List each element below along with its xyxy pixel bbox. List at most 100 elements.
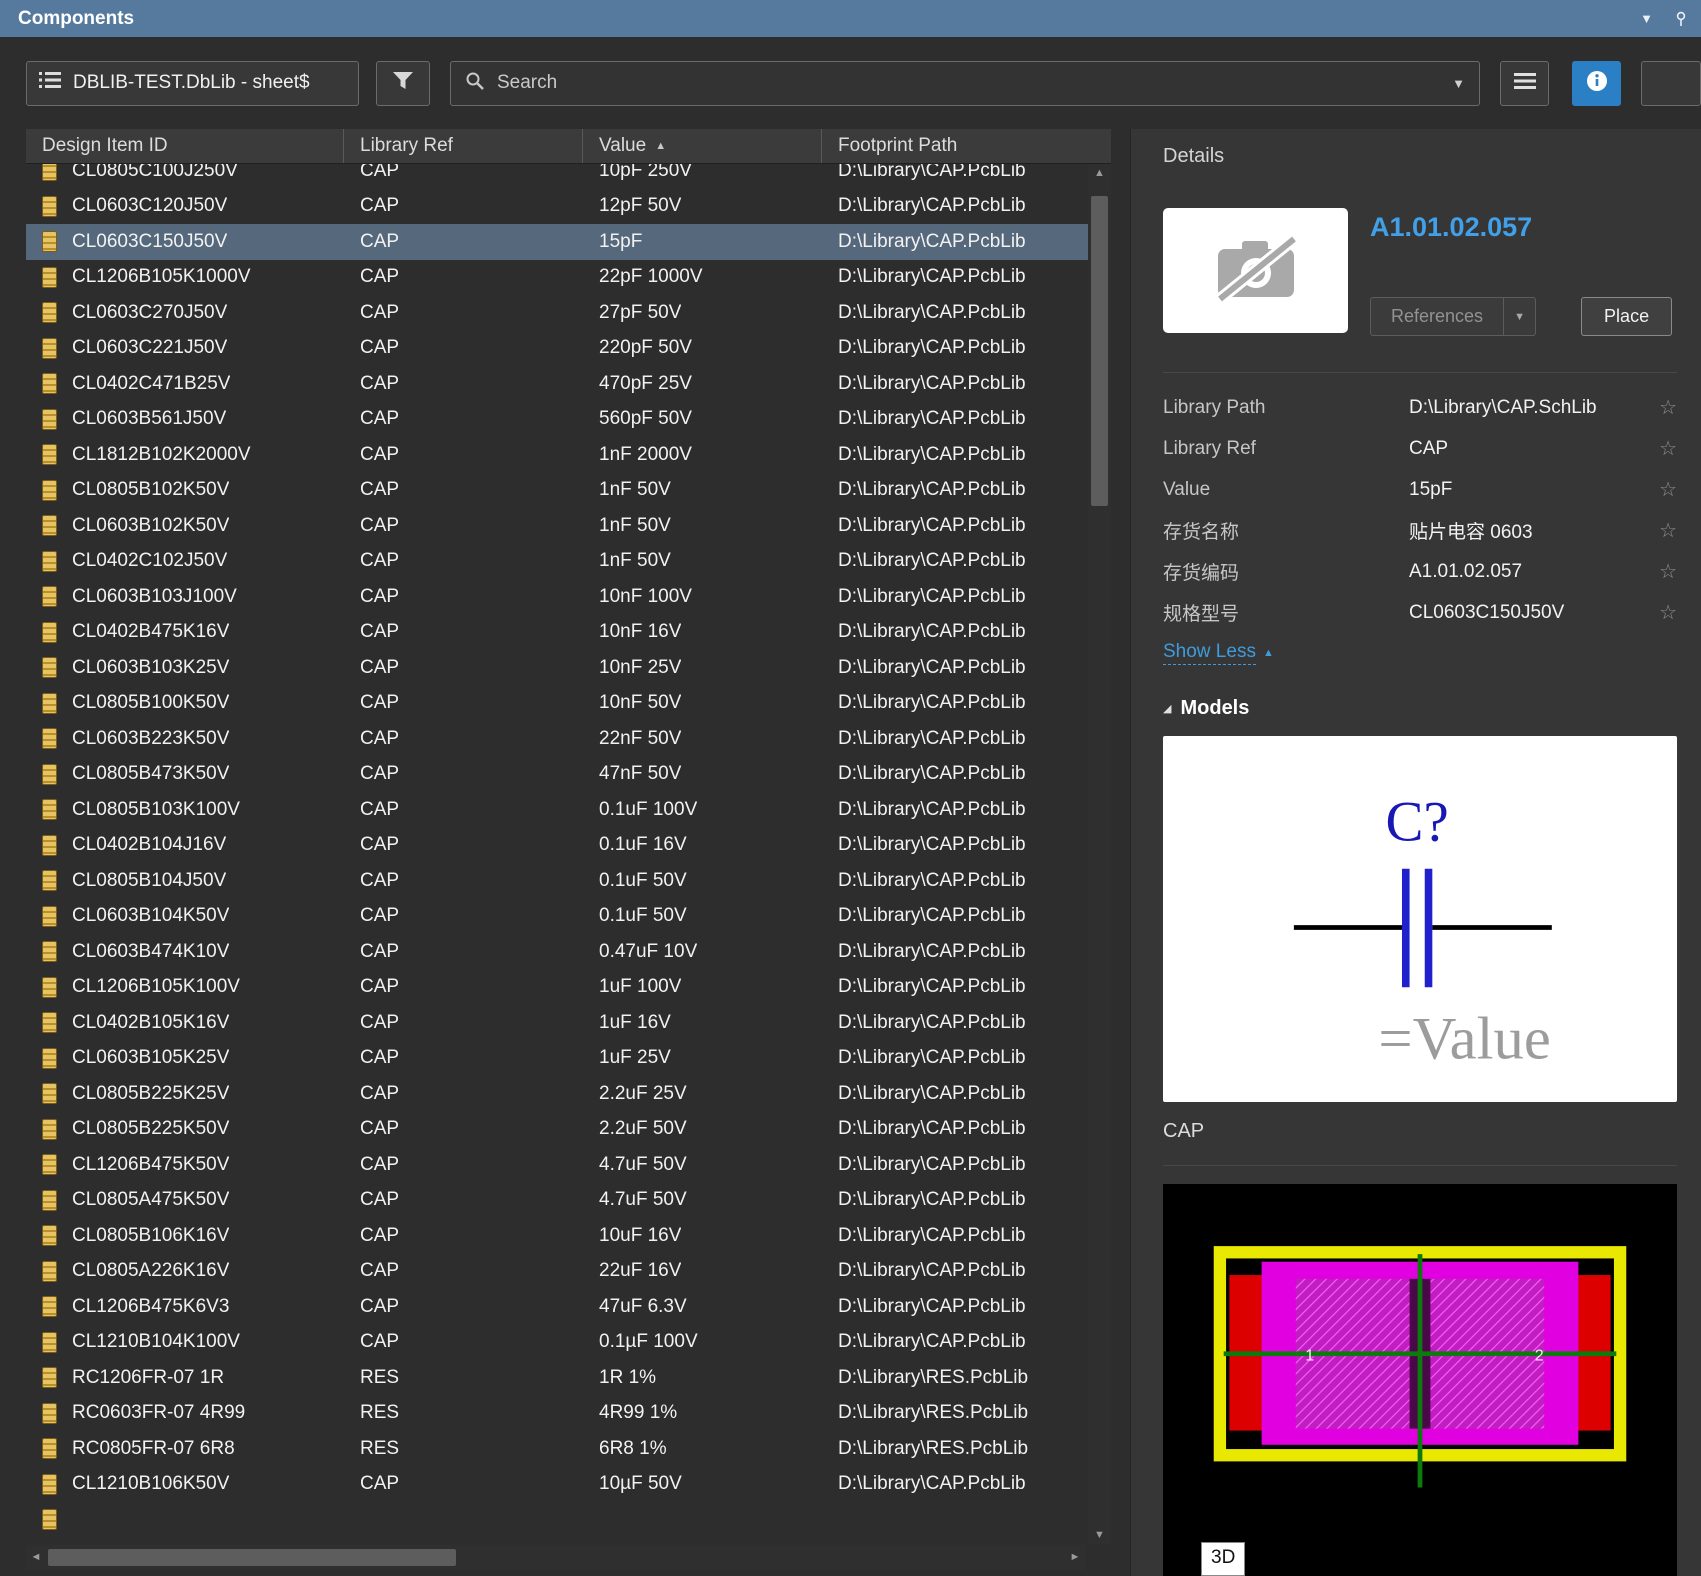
component-value: 220pF 50V (599, 337, 692, 359)
toolbar: DBLIB-TEST.DbLib - sheet$ ▼ (0, 37, 1701, 129)
design-item-id: CL0402B104J16V (72, 834, 226, 856)
table-row[interactable]: RC1206FR-07 1R RES 1R 1% D:\Library\RES.… (26, 1360, 1111, 1396)
table-row[interactable]: CL0603B474K10V CAP 0.47uF 10V D:\Library… (26, 934, 1111, 970)
component-value: 0.1uF 100V (599, 799, 697, 821)
table-row[interactable]: CL0805A226K16V CAP 22uF 16V D:\Library\C… (26, 1254, 1111, 1290)
section-expanded-icon: ◢ (1163, 702, 1171, 715)
table-row[interactable]: CL0603B104K50V CAP 0.1uF 50V D:\Library\… (26, 899, 1111, 935)
table-row[interactable] (26, 1502, 1111, 1538)
panel-menu-icon[interactable]: ▼ (1640, 11, 1653, 26)
table-row[interactable]: CL0603B103K25V CAP 10nF 25V D:\Library\C… (26, 650, 1111, 686)
search-history-arrow-icon[interactable]: ▼ (1452, 76, 1465, 91)
search-input[interactable] (497, 72, 1440, 94)
component-value: 22pF 1000V (599, 266, 703, 288)
library-ref: CAP (360, 621, 399, 643)
table-row[interactable]: CL0402B104J16V CAP 0.1uF 16V D:\Library\… (26, 828, 1111, 864)
references-dropdown-arrow-icon[interactable]: ▼ (1503, 298, 1535, 335)
table-row[interactable]: CL0603C150J50V CAP 15pF D:\Library\CAP.P… (26, 224, 1111, 260)
table-row[interactable]: RC0805FR-07 6R8 RES 6R8 1% D:\Library\RE… (26, 1431, 1111, 1467)
table-row[interactable]: CL0805B225K50V CAP 2.2uF 50V D:\Library\… (26, 1112, 1111, 1148)
table-row[interactable]: CL0805B104J50V CAP 0.1uF 50V D:\Library\… (26, 863, 1111, 899)
show-less-link[interactable]: Show Less ▲ (1163, 641, 1677, 665)
property-value: A1.01.02.057 (1409, 561, 1649, 583)
table-row[interactable]: CL0603B223K50V CAP 22nF 50V D:\Library\C… (26, 721, 1111, 757)
table-row[interactable]: CL1206B105K1000V CAP 22pF 1000V D:\Libra… (26, 260, 1111, 296)
references-button[interactable]: References ▼ (1370, 297, 1536, 336)
library-ref: CAP (360, 834, 399, 856)
design-item-id: CL1812B102K2000V (72, 444, 251, 466)
table-row[interactable]: CL0805C100J250V CAP 10pF 250V D:\Library… (26, 164, 1111, 189)
component-value: 4.7uF 50V (599, 1189, 687, 1211)
table-row[interactable]: CL0603C120J50V CAP 12pF 50V D:\Library\C… (26, 189, 1111, 225)
favorite-star-icon[interactable]: ☆ (1649, 395, 1677, 420)
table-row[interactable]: CL0402B475K16V CAP 10nF 16V D:\Library\C… (26, 615, 1111, 651)
info-button[interactable] (1572, 61, 1621, 106)
table-row[interactable]: CL0603B103J100V CAP 10nF 100V D:\Library… (26, 579, 1111, 615)
table-row[interactable]: CL0805B100K50V CAP 10nF 50V D:\Library\C… (26, 686, 1111, 722)
horizontal-scrollbar[interactable]: ◄ ► (26, 1545, 1085, 1570)
clipped-toolbar-button[interactable] (1641, 61, 1701, 106)
table-row[interactable]: CL0805B473K50V CAP 47nF 50V D:\Library\C… (26, 757, 1111, 793)
table-row[interactable]: CL1206B105K100V CAP 1uF 100V D:\Library\… (26, 970, 1111, 1006)
model-name: CAP (1163, 1120, 1677, 1143)
vertical-scroll-thumb[interactable] (1091, 196, 1108, 506)
filter-button[interactable] (376, 61, 430, 106)
pin-icon[interactable] (1673, 11, 1689, 27)
table-row[interactable]: CL0603B561J50V CAP 560pF 50V D:\Library\… (26, 402, 1111, 438)
component-icon (42, 480, 57, 501)
property-label: 存货编码 (1163, 558, 1409, 585)
table-row[interactable]: CL1206B475K6V3 CAP 47uF 6.3V D:\Library\… (26, 1289, 1111, 1325)
scroll-left-icon[interactable]: ◄ (26, 1545, 46, 1570)
table-row[interactable]: CL0805B102K50V CAP 1nF 50V D:\Library\CA… (26, 473, 1111, 509)
place-button[interactable]: Place (1581, 297, 1672, 336)
library-ref: CAP (360, 905, 399, 927)
scroll-down-icon[interactable]: ▼ (1088, 1526, 1111, 1544)
design-item-id: CL0603C221J50V (72, 337, 227, 359)
panel-options-button[interactable] (1500, 61, 1549, 106)
schematic-preview[interactable]: C? =Value (1163, 736, 1677, 1102)
favorite-star-icon[interactable]: ☆ (1649, 600, 1677, 625)
table-row[interactable]: CL0603C270J50V CAP 27pF 50V D:\Library\C… (26, 295, 1111, 331)
table-row[interactable]: RC0603FR-07 4R99 RES 4R99 1% D:\Library\… (26, 1396, 1111, 1432)
vertical-scrollbar[interactable]: ▲ ▼ (1088, 164, 1111, 1544)
footprint-preview[interactable]: 1 2 3D (1163, 1184, 1677, 1576)
table-row[interactable]: CL0603B105K25V CAP 1uF 25V D:\Library\CA… (26, 1041, 1111, 1077)
column-header-library-ref[interactable]: Library Ref (344, 129, 583, 163)
table-row[interactable]: CL1210B106K50V CAP 10µF 50V D:\Library\C… (26, 1467, 1111, 1503)
3d-view-button[interactable]: 3D (1201, 1542, 1245, 1576)
component-value: 15pF (599, 231, 642, 253)
table-row[interactable]: CL1812B102K2000V CAP 1nF 2000V D:\Librar… (26, 437, 1111, 473)
table-row[interactable]: CL0805A475K50V CAP 4.7uF 50V D:\Library\… (26, 1183, 1111, 1219)
component-icon (42, 164, 57, 181)
horizontal-scroll-thumb[interactable] (48, 1549, 456, 1566)
column-header-footprint-path[interactable]: Footprint Path (822, 129, 1111, 163)
favorite-star-icon[interactable]: ☆ (1649, 518, 1677, 543)
library-ref: CAP (360, 408, 399, 430)
models-section-header[interactable]: ◢ Models (1163, 697, 1677, 720)
column-header-value[interactable]: Value ▲ (583, 129, 822, 163)
design-item-id: CL0805B104J50V (72, 870, 226, 892)
favorite-star-icon[interactable]: ☆ (1649, 559, 1677, 584)
column-header-design-item-id[interactable]: Design Item ID (26, 129, 344, 163)
table-row[interactable]: CL0603C221J50V CAP 220pF 50V D:\Library\… (26, 331, 1111, 367)
design-item-id: CL0805A226K16V (72, 1260, 229, 1282)
favorite-star-icon[interactable]: ☆ (1649, 436, 1677, 461)
table-row[interactable]: CL0603B102K50V CAP 1nF 50V D:\Library\CA… (26, 508, 1111, 544)
component-value: 4R99 1% (599, 1402, 677, 1424)
scroll-up-icon[interactable]: ▲ (1088, 164, 1111, 182)
library-ref: CAP (360, 976, 399, 998)
table-row[interactable]: CL0805B106K16V CAP 10uF 16V D:\Library\C… (26, 1218, 1111, 1254)
design-item-id: CL1206B105K100V (72, 976, 240, 998)
table-row[interactable]: CL0402C471B25V CAP 470pF 25V D:\Library\… (26, 366, 1111, 402)
table-row[interactable]: CL1210B104K100V CAP 0.1µF 100V D:\Librar… (26, 1325, 1111, 1361)
design-item-id: CL0603B102K50V (72, 515, 229, 537)
table-row[interactable]: CL1206B475K50V CAP 4.7uF 50V D:\Library\… (26, 1147, 1111, 1183)
table-row[interactable]: CL0402B105K16V CAP 1uF 16V D:\Library\CA… (26, 1005, 1111, 1041)
table-row[interactable]: CL0805B103K100V CAP 0.1uF 100V D:\Librar… (26, 792, 1111, 828)
table-row[interactable]: CL0805B225K25V CAP 2.2uF 25V D:\Library\… (26, 1076, 1111, 1112)
favorite-star-icon[interactable]: ☆ (1649, 477, 1677, 502)
table-row[interactable]: CL0402C102J50V CAP 1nF 50V D:\Library\CA… (26, 544, 1111, 580)
component-icon (42, 870, 57, 891)
scroll-right-icon[interactable]: ► (1065, 1545, 1085, 1570)
library-selector[interactable]: DBLIB-TEST.DbLib - sheet$ (26, 61, 359, 106)
